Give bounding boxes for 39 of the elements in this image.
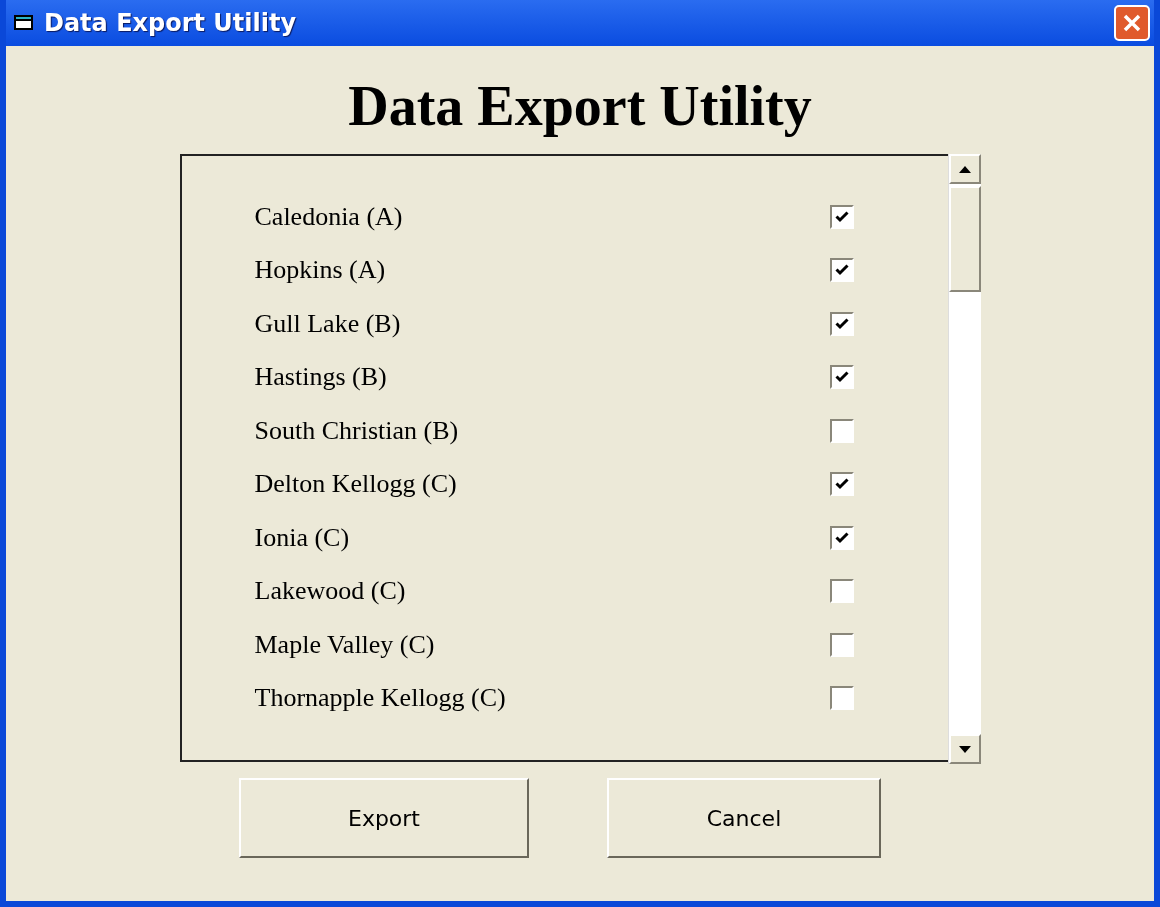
cancel-button[interactable]: Cancel [607,778,881,858]
checkbox[interactable] [829,632,854,657]
item-label: Caledonia (A) [254,201,404,232]
checkmark-icon [834,371,849,384]
item-label: Hopkins (A) [254,255,387,286]
checkbox[interactable] [829,311,854,336]
checkmark-icon [834,317,849,330]
down-arrow-icon [958,745,971,753]
window-title: Data Export Utility [44,9,298,37]
scroll-up-button[interactable] [948,154,981,184]
close-icon [1122,13,1142,33]
checkmark-icon [834,478,849,491]
item-label: Hastings (B) [254,362,388,393]
close-button[interactable] [1114,5,1150,41]
checkbox[interactable] [829,365,854,390]
page-heading: Data Export Utility [348,74,812,138]
scroll-thumb[interactable] [948,186,981,292]
checkbox[interactable] [829,472,854,497]
checkbox[interactable] [829,686,854,711]
checkmark-icon [834,531,849,544]
item-label: Gull Lake (B) [254,308,402,339]
checkbox[interactable] [829,204,854,229]
window-app-icon [14,14,34,32]
checkbox[interactable] [829,525,854,550]
item-label: Thornapple Kellogg (C) [254,683,507,714]
scrollbar[interactable] [947,154,981,764]
item-label: Maple Valley (C) [254,629,436,660]
checkbox[interactable] [829,418,854,443]
item-label: Ionia (C) [254,522,351,553]
scroll-down-button[interactable] [948,734,981,764]
item-label: Lakewood (C) [254,576,407,607]
checkmark-icon [834,264,849,277]
up-arrow-icon [958,165,971,173]
item-label: South Christian (B) [254,415,460,446]
checkbox[interactable] [829,258,854,283]
checkmark-icon [834,210,849,223]
export-button[interactable]: Export [239,778,529,858]
checkbox[interactable] [829,579,854,604]
item-label: Delton Kellogg (C) [254,469,458,500]
